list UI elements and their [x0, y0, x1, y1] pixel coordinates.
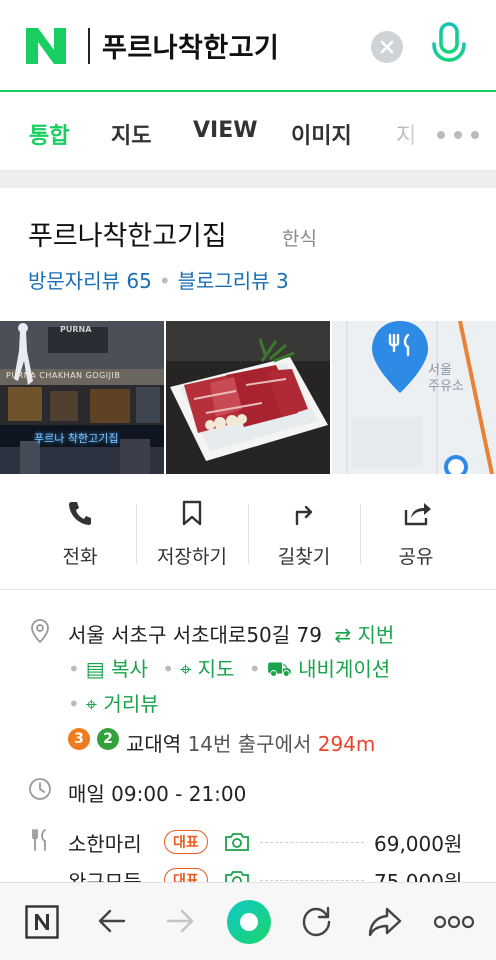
bullet: • [68, 692, 80, 716]
menu-price: 69,000원 [374, 832, 463, 856]
map-pin-icon: ⌖ [180, 657, 192, 681]
clear-search-button[interactable] [371, 31, 403, 63]
fork-knife-icon [32, 829, 46, 851]
jibun-toggle[interactable]: ⇄ 지번 [334, 623, 394, 647]
map-illustration [332, 321, 496, 474]
call-button[interactable]: 전화 [24, 474, 136, 590]
subway-exit: 14번 출구에서 [187, 732, 312, 756]
tabs-fade [385, 94, 435, 170]
share-label: 공유 [398, 546, 434, 568]
tab-view[interactable]: VIEW [193, 118, 258, 143]
share-icon [404, 503, 431, 526]
copy-label: 복사 [111, 657, 148, 681]
location-pin-icon [31, 619, 49, 644]
copy-icon: ▤ [85, 657, 105, 681]
search-bar: 푸르나착한고기 [0, 0, 496, 92]
photo-strip: PURNA PURNA CHAKHAN GOGIJIB 푸르나 착한고기집 서울… [0, 321, 496, 474]
menu-item[interactable]: 소한마리 대표 69,000원 [68, 828, 478, 856]
swap-icon: ⇄ [334, 623, 352, 647]
search-tabs: 통합 지도 VIEW 이미지 지 [0, 94, 496, 170]
storefront-photo[interactable]: PURNA PURNA CHAKHAN GOGIJIB 푸르나 착한고기집 [0, 321, 164, 474]
action-bar: 전화 저장하기 길찾기 공유 [0, 474, 496, 590]
directions-button[interactable]: 길찾기 [248, 474, 360, 590]
meat-illustration [166, 321, 330, 474]
map-poi-label: 서울 주유소 [428, 363, 464, 394]
street-view-button[interactable]: ⌖ 거리뷰 [86, 692, 159, 716]
address-actions: • ▤ 복사 • ⌖ 지도 • ⛟ 내비게이션 [68, 653, 390, 684]
review-separator: • [158, 269, 171, 293]
storefront-illustration [0, 321, 164, 474]
map-button[interactable]: ⌖ 지도 [180, 657, 234, 681]
street-view-row: • ⌖ 거리뷰 [68, 688, 159, 717]
blog-review-link[interactable]: 블로그리뷰 3 [178, 269, 289, 293]
street-view-icon: ⌖ [85, 692, 98, 716]
bullet: • [162, 657, 175, 681]
share-arrow-icon[interactable] [367, 905, 403, 939]
tab-map[interactable]: 지도 [111, 118, 151, 150]
price-leader [260, 842, 364, 843]
place-category: 한식 [282, 228, 317, 250]
line3-badge: 3 [68, 728, 90, 750]
back-arrow-icon[interactable] [96, 905, 128, 937]
save-button[interactable]: 저장하기 [136, 474, 248, 590]
storefront-top-sign: PURNA [60, 325, 92, 334]
tab-integrated[interactable]: 통합 [29, 118, 69, 150]
jibun-label: 지번 [357, 623, 395, 647]
tab-image[interactable]: 이미지 [291, 118, 352, 150]
review-links: 방문자리뷰 65 • 블로그리뷰 3 [28, 265, 289, 294]
street-view-label: 거리뷰 [103, 692, 159, 716]
naver-logo[interactable] [26, 28, 66, 64]
reload-icon[interactable] [300, 905, 334, 939]
directions-label: 길찾기 [277, 546, 331, 568]
meat-photo[interactable] [166, 321, 330, 474]
visitor-review-link[interactable]: 방문자리뷰 65 [28, 269, 152, 293]
more-options-icon[interactable] [434, 915, 474, 929]
navigation-button[interactable]: ⛟ 내비게이션 [267, 657, 391, 681]
menu-tag: 대표 [164, 830, 208, 854]
navigation-label: 내비게이션 [298, 657, 391, 681]
search-divider [88, 28, 90, 64]
business-hours[interactable]: 매일 09:00 - 21:00 [68, 778, 246, 807]
bookmark-icon [182, 500, 202, 526]
section-gap [0, 170, 496, 188]
menu-name: 소한마리 [68, 832, 142, 856]
car-icon: ⛟ [266, 657, 292, 681]
save-label: 저장하기 [157, 546, 227, 568]
subway-row: 3 2 교대역 14번 출구에서 294m [68, 728, 488, 756]
close-icon [380, 40, 394, 54]
more-tabs-icon[interactable] [436, 130, 480, 140]
map-thumbnail[interactable]: 서울 주유소 [332, 321, 496, 474]
price-leader [260, 880, 364, 881]
microphone-icon[interactable] [430, 22, 468, 70]
call-label: 전화 [62, 546, 98, 568]
forward-arrow-icon[interactable] [164, 905, 196, 937]
green-dot-button[interactable] [226, 899, 272, 945]
browser-toolbar [0, 882, 496, 960]
map-label: 지도 [197, 657, 235, 681]
storefront-sign: PURNA CHAKHAN GOGIJIB [6, 371, 121, 380]
subway-station: 교대역 [126, 732, 182, 756]
subway-text: 교대역 14번 출구에서 294m [126, 728, 375, 757]
share-button[interactable]: 공유 [360, 474, 472, 590]
naver-home-icon[interactable] [25, 905, 59, 939]
address-text: 서울 서초구 서초대로50길 79 [68, 623, 322, 647]
storefront-neon-sign: 푸르나 착한고기집 [34, 432, 119, 445]
copy-button[interactable]: ▤ 복사 [86, 657, 148, 681]
line2-badge: 2 [97, 728, 119, 750]
bullet: • [248, 657, 261, 681]
address-row: 서울 서초구 서초대로50길 79 ⇄ 지번 [68, 619, 394, 648]
directions-icon [295, 505, 313, 526]
bullet: • [68, 657, 80, 681]
clock-icon [29, 778, 51, 800]
search-input[interactable]: 푸르나착한고기 [102, 26, 279, 65]
place-name[interactable]: 푸르나착한고기집 [28, 214, 227, 253]
phone-icon [69, 502, 91, 525]
camera-icon[interactable] [224, 832, 250, 852]
subway-distance: 294m [317, 732, 376, 756]
